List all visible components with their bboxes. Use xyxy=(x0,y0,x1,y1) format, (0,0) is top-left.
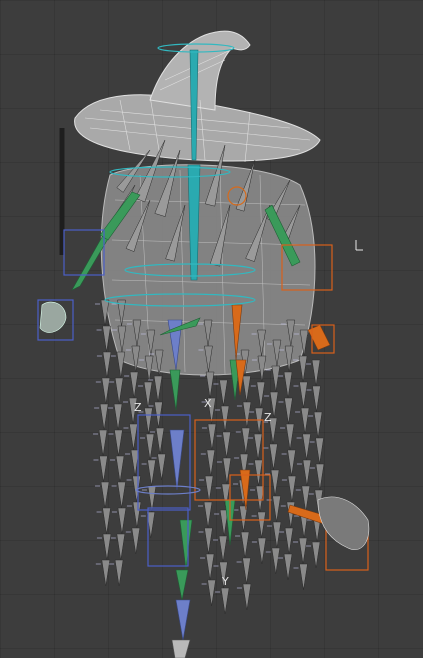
tail-bone[interactable] xyxy=(283,553,293,581)
tail-bone[interactable] xyxy=(204,527,213,555)
tail-bone[interactable] xyxy=(285,423,295,451)
tail-bone[interactable] xyxy=(299,381,308,409)
tail-bone[interactable] xyxy=(113,403,123,431)
tail-bone[interactable] xyxy=(114,377,124,405)
tail-bone[interactable] xyxy=(102,351,112,379)
tail-bone[interactable] xyxy=(99,403,109,431)
tail-bone[interactable] xyxy=(207,579,216,607)
tail-bone[interactable] xyxy=(131,527,141,555)
tail-bone[interactable] xyxy=(205,553,215,581)
tail-bone[interactable] xyxy=(302,459,312,487)
tail-bone[interactable] xyxy=(98,429,108,457)
tail-bone[interactable] xyxy=(155,427,165,455)
tail-bone[interactable] xyxy=(117,481,126,509)
tail-bone[interactable] xyxy=(315,437,324,465)
tail-bone[interactable] xyxy=(117,507,127,535)
tail-bone[interactable] xyxy=(299,563,308,591)
tail-bone[interactable] xyxy=(99,455,108,483)
tail-bone[interactable] xyxy=(271,365,281,393)
tail-bone[interactable] xyxy=(300,407,310,435)
tail-bone[interactable] xyxy=(143,381,153,409)
tail-bone[interactable] xyxy=(218,535,228,563)
tail-bone[interactable] xyxy=(315,463,325,491)
tail-bone[interactable] xyxy=(253,433,263,461)
tail-bone[interactable] xyxy=(147,459,156,487)
tail-bone[interactable] xyxy=(220,405,230,433)
tail-bone[interactable] xyxy=(206,449,216,477)
tail-bone[interactable] xyxy=(284,397,293,425)
tail-bone[interactable] xyxy=(116,533,126,561)
tail-bone[interactable] xyxy=(270,469,280,497)
tail-bone[interactable] xyxy=(257,537,267,565)
axis-label-left-x: X xyxy=(204,397,212,410)
tail-bone[interactable] xyxy=(203,501,213,529)
tail-bone[interactable] xyxy=(102,533,112,561)
tail-bone[interactable] xyxy=(145,433,155,461)
tail-bone[interactable] xyxy=(240,531,250,559)
tail-bone[interactable] xyxy=(311,359,321,387)
tail-bone[interactable] xyxy=(219,379,228,407)
tail-bone[interactable] xyxy=(101,559,111,587)
tail-bone[interactable] xyxy=(284,527,294,555)
tail-bone[interactable] xyxy=(204,475,214,503)
tail-bone[interactable] xyxy=(114,429,123,457)
tail-bone[interactable] xyxy=(115,455,125,483)
3d-viewport[interactable]: Z X Z Y xyxy=(0,0,423,658)
tail-bone[interactable] xyxy=(283,371,293,399)
tail-bone[interactable] xyxy=(301,485,311,513)
armature-scene[interactable]: Z X Z Y xyxy=(0,0,423,658)
empty-axes-icon[interactable] xyxy=(355,240,363,251)
axis-label-left-z: Z xyxy=(134,401,142,414)
tail-bone[interactable] xyxy=(287,475,297,503)
tail-bone[interactable] xyxy=(129,423,138,451)
tail-bone[interactable] xyxy=(254,407,264,435)
tail-bone[interactable] xyxy=(269,443,278,471)
tail-bone[interactable] xyxy=(302,433,311,461)
tail-bone[interactable] xyxy=(271,547,281,575)
tail-bone[interactable] xyxy=(313,411,323,439)
tail-bone[interactable] xyxy=(298,355,308,383)
tail-bone[interactable] xyxy=(132,501,142,529)
tail-bone[interactable] xyxy=(287,449,296,477)
tail-bone[interactable] xyxy=(102,325,111,353)
axis-label-right-z: Z xyxy=(264,411,272,424)
tail-bone[interactable] xyxy=(257,511,266,539)
tail-bone[interactable] xyxy=(114,559,124,587)
tail-bone[interactable] xyxy=(101,377,111,405)
tail-bone[interactable] xyxy=(272,521,282,549)
tail-bone[interactable] xyxy=(116,351,126,379)
tail-bone[interactable] xyxy=(272,495,281,523)
tail-bone[interactable] xyxy=(220,587,230,615)
tail-bone[interactable] xyxy=(157,453,166,481)
tail-bone[interactable] xyxy=(312,385,321,413)
left-hand-mesh[interactable] xyxy=(39,301,67,333)
tail-bone[interactable] xyxy=(242,557,251,585)
tail-bone[interactable] xyxy=(254,459,263,487)
tail-bone[interactable] xyxy=(241,427,251,455)
tail-bone[interactable] xyxy=(144,407,153,435)
tail-bone[interactable] xyxy=(222,431,231,459)
tail-bone[interactable] xyxy=(153,375,163,403)
tail-bone[interactable] xyxy=(242,583,252,611)
tail-bone[interactable] xyxy=(311,541,321,569)
tail-bone[interactable] xyxy=(102,507,111,535)
tail-bone[interactable] xyxy=(298,537,308,565)
tail-bone[interactable] xyxy=(242,375,251,403)
tail-bone[interactable] xyxy=(129,371,139,399)
tail-bone[interactable] xyxy=(256,381,266,409)
tail-bone[interactable] xyxy=(100,481,110,509)
tail-bone[interactable] xyxy=(205,371,215,399)
tail-bone[interactable] xyxy=(242,401,252,429)
axis-label-lower-y: Y xyxy=(221,575,229,588)
tail-bone[interactable] xyxy=(207,423,217,451)
